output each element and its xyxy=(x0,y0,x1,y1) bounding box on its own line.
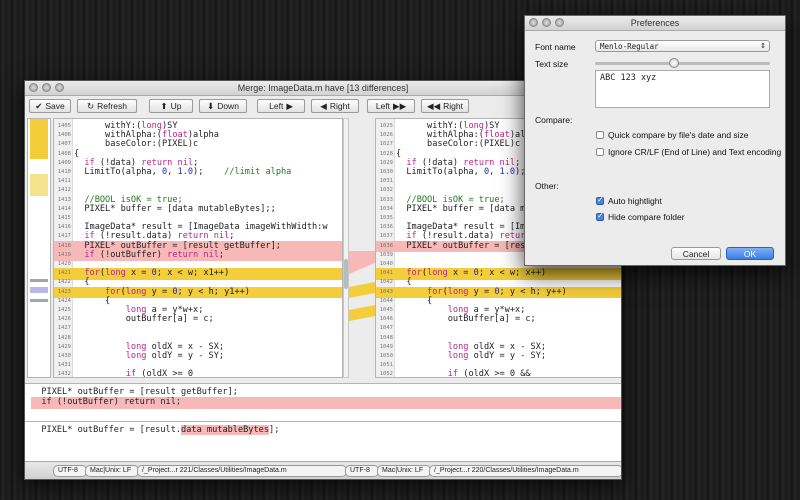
arrow-up-icon: ⬆ xyxy=(160,100,168,111)
save-button[interactable]: ✔ Save xyxy=(29,99,71,113)
down-button[interactable]: ⬇ Down xyxy=(199,99,247,113)
right-file-path[interactable]: /_Project...r 220/Classes/Utilities/Imag… xyxy=(429,465,621,477)
ignore-crlf-label[interactable]: Ignore CR/LF (End of Line) and Text enco… xyxy=(608,147,781,157)
right-code-text: if (oldX >= 0 && xyxy=(447,369,531,378)
auto-highlight-label[interactable]: Auto hightlight xyxy=(608,196,662,206)
merge-window-title: Merge: ImageData.m have [13 differences] xyxy=(237,83,409,93)
left-encoding[interactable]: UTF-8 xyxy=(53,465,87,477)
right-encoding[interactable]: UTF-8 xyxy=(345,465,379,477)
left-editor[interactable]: 1405 withY:(long)SY 1406 withAlpha:(float… xyxy=(53,118,343,378)
diff-connector xyxy=(349,251,375,321)
left-scroll-thumb[interactable] xyxy=(344,259,348,289)
left-line-endings[interactable]: Mac|Unix: LF xyxy=(85,465,139,477)
double-triangle-left-icon: ◀◀ xyxy=(427,100,441,111)
bottom-right-line: PIXEL* outBuffer = [result.data mutableB… xyxy=(31,425,280,435)
triangle-left-icon: ◀ xyxy=(320,100,327,111)
overview-viewport[interactable] xyxy=(30,287,48,293)
hide-compare-label[interactable]: Hide compare folder xyxy=(608,212,685,222)
minimize-window-button[interactable] xyxy=(42,83,51,92)
sample-text: ABC 123 xyz xyxy=(600,73,657,83)
up-button[interactable]: ⬆ Up xyxy=(149,99,193,113)
preferences-title: Preferences xyxy=(630,18,680,28)
left-code-line: 1432 if (oldX >= 0 xyxy=(54,369,342,378)
status-bar: UTF-8 Mac|Unix: LF /_Project...r 221/Cla… xyxy=(25,461,621,479)
right-line-number: 1052 xyxy=(379,371,393,378)
copy-right-button[interactable]: ◀ Right xyxy=(311,99,359,113)
copy-all-right-button[interactable]: ◀◀ Right xyxy=(421,99,469,113)
left-code-text: if (oldX >= 0 xyxy=(125,369,194,378)
zoom-window-button[interactable] xyxy=(555,18,564,27)
ignore-crlf-checkbox[interactable] xyxy=(596,148,604,156)
ok-button[interactable]: OK xyxy=(726,247,774,260)
text-size-slider-knob[interactable] xyxy=(669,58,680,68)
updown-arrows-icon: ⇕ xyxy=(760,43,766,50)
copy-all-left-button[interactable]: Left ▶▶ xyxy=(367,99,415,113)
double-triangle-right-icon: ▶▶ xyxy=(393,100,407,111)
right-code-line: 1052 if (oldX >= 0 && xyxy=(376,369,621,378)
overview-block xyxy=(30,174,48,196)
text-size-label: Text size xyxy=(535,59,569,69)
close-window-button[interactable] xyxy=(29,83,38,92)
quick-compare-label[interactable]: Quick compare by file's date and size xyxy=(608,130,749,140)
bottom-left-pane[interactable]: PIXEL* outBuffer = [result getBuffer]; i… xyxy=(25,383,621,422)
hide-compare-checkbox[interactable] xyxy=(596,211,604,221)
overview-block xyxy=(30,299,48,302)
quick-compare-checkbox[interactable] xyxy=(596,131,604,139)
bottom-right-pane[interactable]: PIXEL* outBuffer = [result.data mutableB… xyxy=(25,421,621,462)
diff-overview-map[interactable] xyxy=(27,118,51,378)
zoom-window-button[interactable] xyxy=(55,83,64,92)
preferences-window: Preferences Font name Menlo-Regular ⇕ Te… xyxy=(524,15,786,266)
sample-text-preview: ABC 123 xyz xyxy=(595,70,770,108)
right-line-endings[interactable]: Mac|Unix: LF xyxy=(377,465,431,477)
triangle-right-icon: ▶ xyxy=(286,100,293,111)
refresh-button[interactable]: ↻ Refresh xyxy=(77,99,137,113)
font-name-value: Menlo-Regular xyxy=(600,42,659,51)
auto-highlight-checkbox[interactable] xyxy=(596,195,604,205)
check-icon: ✔ xyxy=(35,100,43,111)
refresh-icon: ↻ xyxy=(87,100,95,111)
preferences-titlebar: Preferences xyxy=(525,16,785,31)
compare-label: Compare: xyxy=(535,115,573,125)
font-name-select[interactable]: Menlo-Regular ⇕ xyxy=(595,40,770,52)
font-name-label: Font name xyxy=(535,42,576,52)
text-size-slider[interactable] xyxy=(595,58,770,68)
close-window-button[interactable] xyxy=(529,18,538,27)
overview-block xyxy=(30,279,48,282)
copy-left-button[interactable]: Left ▶ xyxy=(257,99,305,113)
bottom-left-line: if (!outBuffer) return nil; xyxy=(31,397,621,409)
overview-block xyxy=(30,119,48,159)
cancel-button[interactable]: Cancel xyxy=(671,247,721,260)
minimize-window-button[interactable] xyxy=(542,18,551,27)
other-label: Other: xyxy=(535,181,559,191)
left-file-path[interactable]: /_Project...r 221/Classes/Utilities/Imag… xyxy=(137,465,347,477)
arrow-down-icon: ⬇ xyxy=(207,100,215,111)
left-line-number: 1432 xyxy=(57,371,71,378)
